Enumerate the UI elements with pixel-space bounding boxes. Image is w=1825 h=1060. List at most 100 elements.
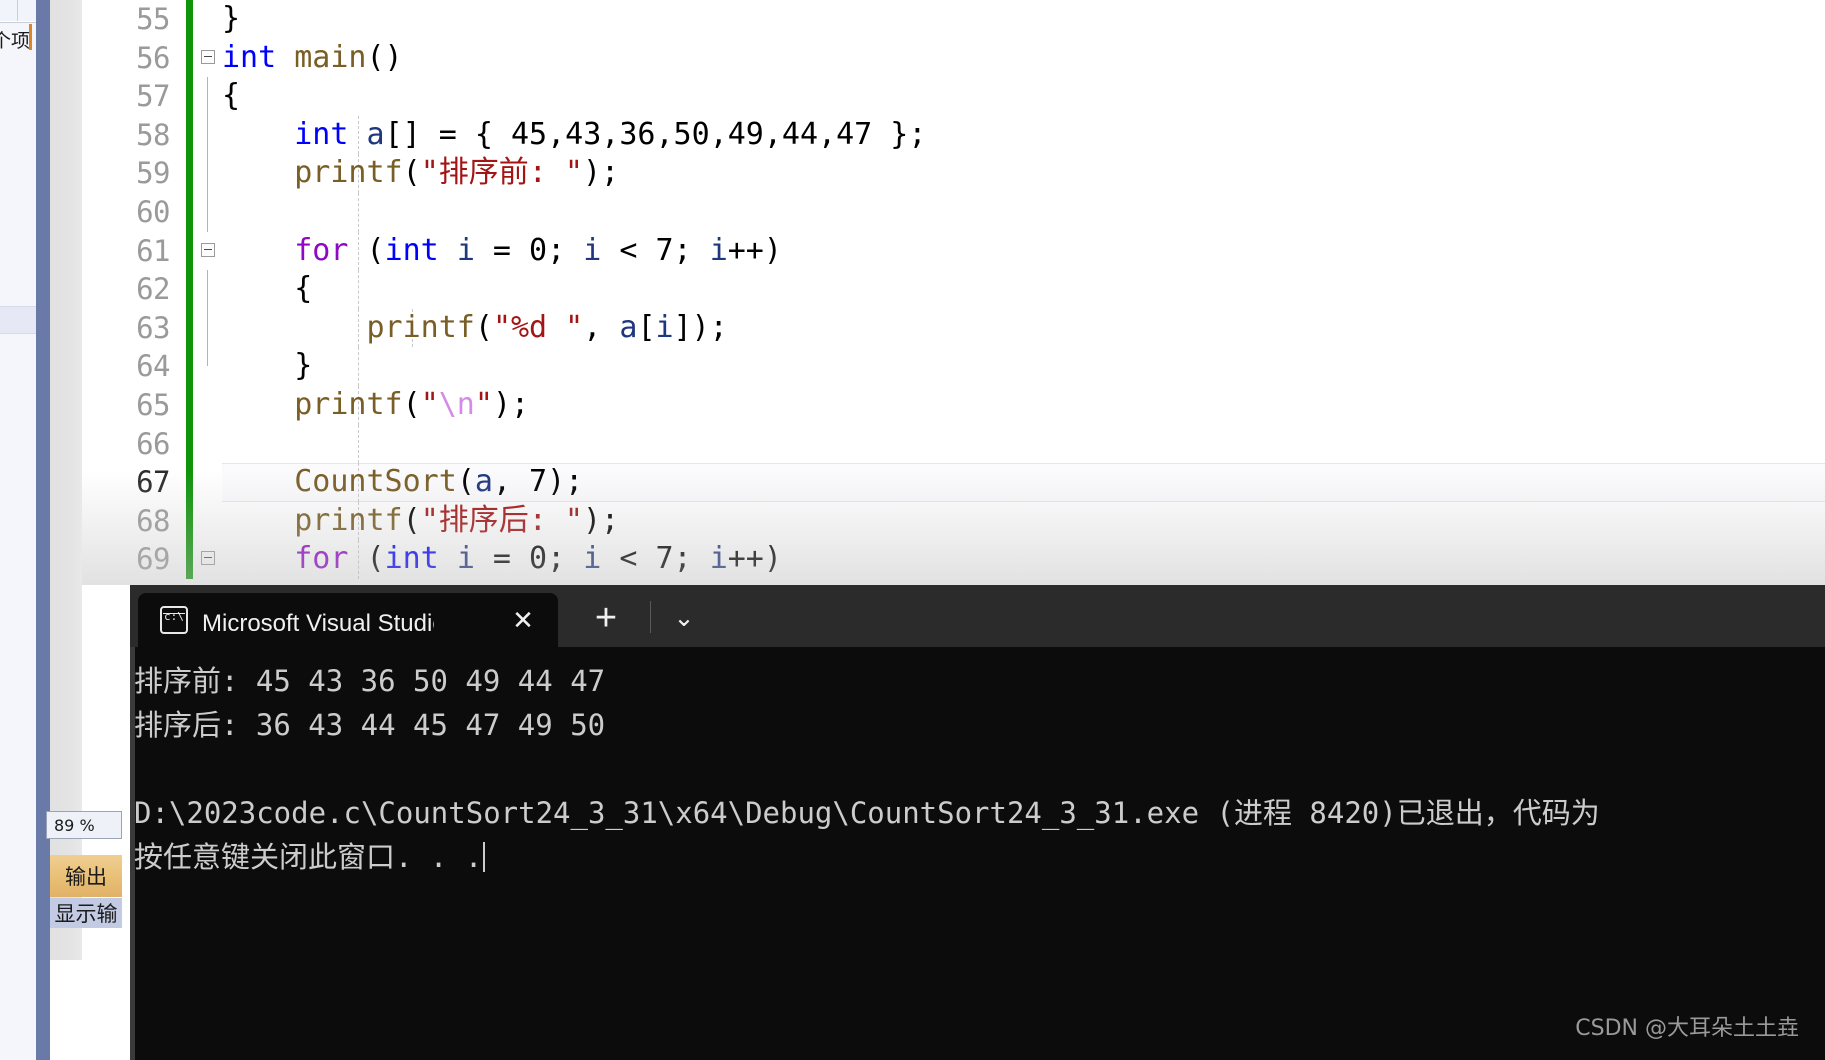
saved-change-marker (186, 0, 193, 39)
saved-change-marker (186, 270, 193, 309)
code-token: i (709, 541, 728, 577)
fold-column[interactable] (195, 39, 221, 78)
code-line[interactable]: 68 printf("排序后: "); (82, 501, 1825, 541)
line-number: 60 (136, 194, 170, 229)
fold-column[interactable] (195, 463, 221, 502)
console-output[interactable]: 排序前: 45 43 36 50 49 44 47 排序后: 36 43 44 4… (130, 647, 1825, 1060)
chevron-down-icon[interactable]: ⌄ (666, 603, 702, 635)
code-line[interactable]: 59 printf("排序前: "); (82, 154, 1825, 193)
debug-console-window[interactable]: Microsoft Visual Studio 调试挡 ✕ + ⌄ 排序前: 4… (130, 585, 1825, 1060)
fold-column[interactable] (195, 540, 221, 579)
code-line[interactable]: 62 { (82, 270, 1825, 309)
code-token: printf (294, 502, 403, 538)
code-line[interactable]: 55} (82, 0, 1825, 39)
tool-tab-1[interactable] (0, 0, 18, 21)
code-token: 45,43,36,50,49,44,47 (511, 116, 873, 152)
fold-column[interactable] (195, 308, 221, 348)
saved-change-marker (186, 385, 193, 425)
code-text[interactable]: } (222, 0, 240, 39)
code-token: [ (637, 309, 656, 345)
code-token: a (366, 116, 385, 152)
code-editor[interactable]: 55} 56 int main() 57{58 int a[] = { 45,43,3… (82, 0, 1825, 585)
code-text[interactable]: for (int i = 0; i < 7; i++) (222, 540, 782, 579)
solution-explorer-selected-row[interactable] (0, 306, 36, 334)
code-line[interactable]: 65 printf("\n"); (82, 385, 1825, 425)
code-text[interactable]: printf("\n"); (222, 386, 529, 425)
code-line[interactable]: 60 (82, 192, 1825, 232)
show-output-tab[interactable]: 显示输 (50, 898, 122, 928)
fold-guideline (207, 270, 208, 309)
editor-zoom-level[interactable]: 89 % (46, 811, 122, 839)
fold-guideline (207, 115, 208, 155)
collapse-region-icon[interactable] (201, 49, 215, 64)
code-text[interactable]: for (int i = 0; i < 7; i++) (222, 232, 782, 271)
code-token: int (384, 541, 457, 577)
solution-explorer-partial-label: 个项 (0, 30, 31, 52)
close-icon[interactable]: ✕ (510, 607, 536, 633)
code-token: i (655, 309, 674, 345)
console-line: 排序后: 36 43 44 45 47 49 50 (134, 708, 606, 742)
tool-tab-2[interactable] (18, 0, 37, 21)
console-line: D:\2023code.c\CountSort24_3_31\x64\Debug… (134, 796, 1600, 830)
code-text[interactable]: printf("%d ", a[i]); (222, 309, 728, 348)
code-text[interactable]: int main() (222, 39, 403, 78)
fold-column[interactable] (195, 77, 221, 116)
fold-column[interactable] (195, 502, 221, 541)
code-line[interactable]: 66 (82, 424, 1825, 464)
titlebar-separator (650, 601, 651, 633)
collapse-region-icon[interactable] (201, 551, 215, 566)
code-text[interactable]: int a[] = { 45,43,36,50,49,44,47 }; (222, 116, 926, 155)
fold-column[interactable] (195, 425, 221, 464)
line-number: 66 (136, 426, 170, 461)
fold-guideline (207, 308, 208, 348)
code-token: ++) (727, 232, 782, 268)
fold-column[interactable] (195, 270, 221, 309)
code-token: ); (582, 155, 620, 191)
panel-splitter[interactable] (36, 0, 50, 1060)
code-token: int (222, 39, 295, 75)
fold-column[interactable] (195, 232, 221, 271)
saved-change-marker (186, 424, 193, 464)
console-caret (483, 842, 486, 872)
new-tab-icon[interactable]: + (588, 599, 624, 637)
code-text[interactable]: printf("排序前: "); (222, 154, 619, 193)
console-titlebar[interactable]: Microsoft Visual Studio 调试挡 ✕ + ⌄ (130, 585, 1825, 647)
console-tab[interactable]: Microsoft Visual Studio 调试挡 ✕ (138, 593, 558, 647)
code-token: for (294, 541, 367, 577)
code-text[interactable]: } (222, 347, 312, 386)
code-text[interactable]: { (222, 270, 312, 309)
visual-studio-ide: 个项 89 % 输出 显示输 55} 56 int main() 57{58 int … (0, 0, 1825, 1060)
code-line[interactable]: 58 int a[] = { 45,43,36,50,49,44,47 }; (82, 115, 1825, 155)
fold-column[interactable] (195, 115, 221, 155)
collapse-region-icon[interactable] (201, 242, 215, 257)
watermark: CSDN @大耳朵土土垚 (1575, 1016, 1799, 1041)
code-token: ++) (727, 541, 782, 577)
code-line[interactable]: 63 printf("%d ", a[i]); (82, 308, 1825, 348)
code-line[interactable]: 61 for (int i = 0; i < 7; i++) (82, 231, 1825, 271)
code-text[interactable]: printf("排序后: "); (222, 502, 619, 541)
code-token: "%d " (492, 309, 584, 345)
code-line[interactable]: 69 for (int i = 0; i < 7; i++) (82, 540, 1825, 579)
code-line[interactable]: 57 { (82, 77, 1825, 116)
code-line[interactable]: 67 CountSort(a, 7); (82, 463, 1825, 502)
code-line[interactable]: 64 } (82, 347, 1825, 386)
solution-explorer-panel[interactable]: 个项 (0, 0, 37, 1060)
code-line[interactable]: 56 int main() (82, 38, 1825, 78)
code-token: int (294, 116, 367, 152)
fold-column[interactable] (195, 347, 221, 386)
code-token: ( (456, 464, 475, 500)
saved-change-marker (186, 115, 193, 155)
code-text[interactable]: { (222, 77, 240, 116)
line-number: 65 (136, 387, 170, 422)
fold-column[interactable] (195, 192, 221, 232)
fold-column[interactable] (195, 386, 221, 425)
code-text[interactable]: CountSort(a, 7); (222, 463, 583, 502)
fold-column[interactable] (195, 154, 221, 193)
fold-column[interactable] (195, 0, 221, 39)
code-token: int (384, 232, 457, 268)
code-token: CountSort (294, 464, 457, 500)
code-token: for (294, 232, 367, 268)
output-tab[interactable]: 输出 (50, 855, 122, 897)
